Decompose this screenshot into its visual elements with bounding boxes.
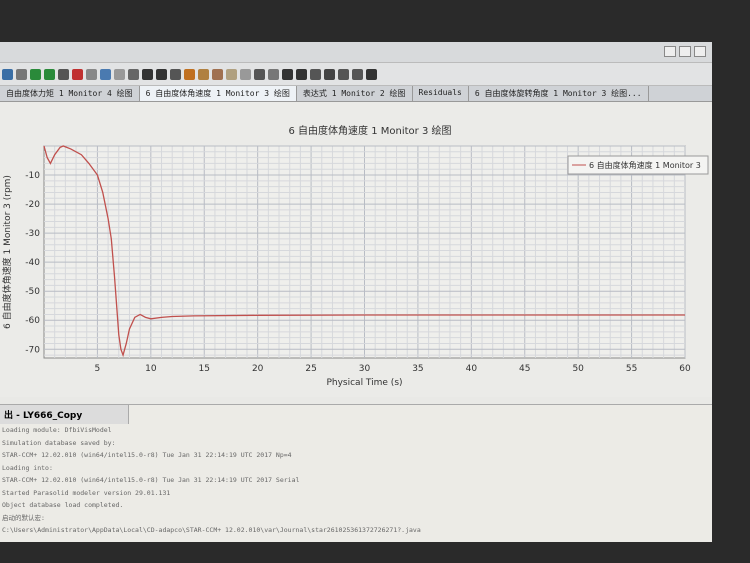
toolbar-button-icon[interactable] [198,68,209,80]
line-chart: 5 10 15 20 25 30 35 40 45 50 55 60 -10 -20 -30 -40 -50 -6… [1,124,709,388]
x-tick-label: 55 [626,364,637,374]
chart-title: 6 自由度体角速度 1 Monitor 3 绘图 [289,124,452,137]
toolbar-button-icon[interactable] [366,68,377,80]
x-tick-label: 15 [199,364,210,374]
log-line: Started Parasolid modeler version 29.01.… [2,488,171,497]
tab[interactable]: Residuals [413,86,469,101]
toolbar-button-icon[interactable] [268,68,279,80]
toolbar [0,63,712,86]
toolbar-button-icon[interactable] [170,68,181,80]
tab-bar: 自由度体力矩 1 Monitor 4 绘图 6 自由度体角速度 1 Monitor… [0,86,712,102]
toolbar-button-icon[interactable] [2,68,13,80]
y-tick-label: -40 [25,258,40,268]
toolbar-button-icon[interactable] [352,68,363,80]
toolbar-button-icon[interactable] [240,68,251,80]
log-line: Loading into: [2,463,53,472]
x-tick-label: 35 [412,364,423,374]
x-tick-label: 60 [679,364,691,374]
tab[interactable]: 6 自由度体角速度 1 Monitor 3 绘图 [139,86,297,101]
toolbar-button-icon[interactable] [226,68,237,80]
y-tick-label: -30 [25,229,40,239]
tab[interactable]: 6 自由度体旋转角度 1 Monitor 3 绘图... [469,86,649,101]
toolbar-button-icon[interactable] [72,68,83,80]
application-window: 自由度体力矩 1 Monitor 4 绘图 6 自由度体角速度 1 Monitor… [0,42,712,542]
y-tick-label: -60 [25,316,40,326]
toolbar-button-icon[interactable] [16,68,27,80]
output-tab[interactable]: 出 - LY666_Copy [0,405,129,424]
log-line: STAR-CCM+ 12.02.010 (win64/intel15.0-r8)… [2,476,300,484]
log-line: C:\Users\Administrator\AppData\Local\CD-… [2,526,421,534]
plot-panel: 5 10 15 20 25 30 35 40 45 50 55 60 -10 -20 -30 -40 -50 -6… [0,102,712,397]
log-line: Loading module: DfbiVisModel [2,426,112,434]
tab[interactable]: 表达式 1 Monitor 2 绘图 [297,86,413,101]
y-tick-label: -50 [25,287,40,297]
toolbar-button-icon[interactable] [44,68,55,80]
x-tick-label: 10 [145,364,157,374]
toolbar-button-icon[interactable] [156,68,167,80]
minimize-button[interactable] [664,46,676,57]
x-tick-label: 50 [572,364,584,374]
toolbar-button-icon[interactable] [86,68,97,80]
x-tick-label: 45 [519,364,530,374]
toolbar-button-icon[interactable] [114,68,125,80]
x-tick-label: 20 [252,364,264,374]
toolbar-button-icon[interactable] [296,68,307,80]
x-tick-label: 5 [95,364,101,374]
y-tick-label: -20 [25,200,40,210]
toolbar-button-icon[interactable] [212,68,223,80]
y-axis-label: 6 自由度体角速度 1 Monitor 3 (rpm) [1,175,13,329]
toolbar-button-icon[interactable] [58,68,69,80]
log-line: Object database load completed. [2,501,124,509]
y-tick-label: -10 [25,171,40,181]
toolbar-button-icon[interactable] [30,68,41,80]
log-line: Simulation database saved by: [2,438,116,447]
x-tick-label: 30 [359,364,371,374]
title-bar [0,42,712,63]
x-axis-label: Physical Time (s) [326,378,402,388]
x-tick-label: 40 [466,364,478,374]
close-button[interactable] [694,46,706,57]
toolbar-button-icon[interactable] [142,68,153,80]
toolbar-button-icon[interactable] [184,68,195,80]
y-tick-label: -70 [25,345,40,355]
toolbar-button-icon[interactable] [338,68,349,80]
toolbar-button-icon[interactable] [282,68,293,80]
maximize-button[interactable] [679,46,691,57]
legend-label: 6 自由度体角速度 1 Monitor 3 [589,160,701,170]
output-panel: 出 - LY666_Copy Loading module: DfbiVisMo… [0,404,712,542]
toolbar-button-icon[interactable] [310,68,321,80]
toolbar-button-icon[interactable] [324,68,335,80]
tab[interactable]: 自由度体力矩 1 Monitor 4 绘图 [0,86,140,101]
x-tick-label: 25 [305,364,316,374]
toolbar-button-icon[interactable] [254,68,265,80]
toolbar-button-icon[interactable] [128,68,139,80]
log-line: 启动的默认宏: [2,513,45,522]
log-line: STAR-CCM+ 12.02.010 (win64/intel15.0-r8)… [2,451,292,459]
toolbar-button-icon[interactable] [100,68,111,80]
